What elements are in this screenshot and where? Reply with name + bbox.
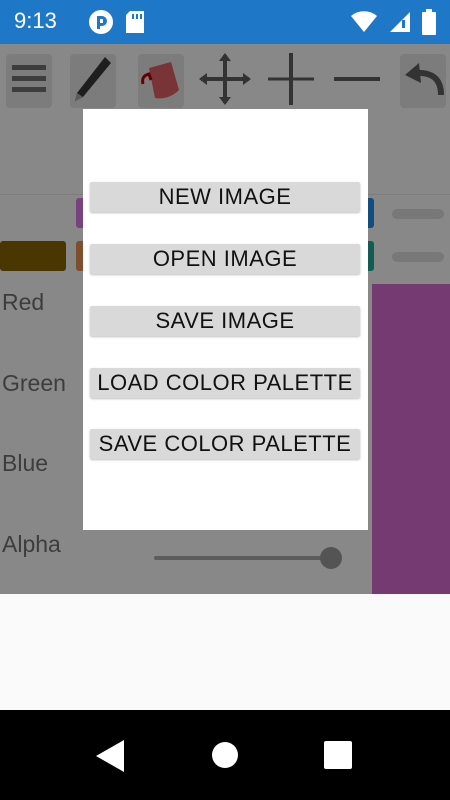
notification-app-icon: [88, 9, 114, 40]
load-color-palette-button[interactable]: LOAD COLOR PALETTE: [90, 368, 360, 398]
cell-signal-icon: [388, 10, 412, 39]
save-color-palette-button[interactable]: SAVE COLOR PALETTE: [90, 429, 360, 459]
new-image-button[interactable]: NEW IMAGE: [90, 182, 360, 212]
status-bar: 9:13: [0, 0, 450, 44]
open-image-button[interactable]: OPEN IMAGE: [90, 244, 360, 274]
status-left-icons: [88, 9, 146, 40]
sd-card-icon: [124, 9, 146, 40]
home-icon[interactable]: [211, 741, 239, 774]
battery-icon: [422, 9, 436, 40]
file-menu-dialog: NEW IMAGE OPEN IMAGE SAVE IMAGE LOAD COL…: [83, 109, 368, 530]
wifi-icon: [350, 10, 378, 39]
status-right-icons: [350, 9, 436, 40]
recents-icon[interactable]: [324, 741, 352, 774]
save-image-button[interactable]: SAVE IMAGE: [90, 306, 360, 336]
navigation-bar: [0, 710, 450, 800]
status-time: 9:13: [14, 8, 57, 33]
back-icon[interactable]: [96, 740, 124, 777]
